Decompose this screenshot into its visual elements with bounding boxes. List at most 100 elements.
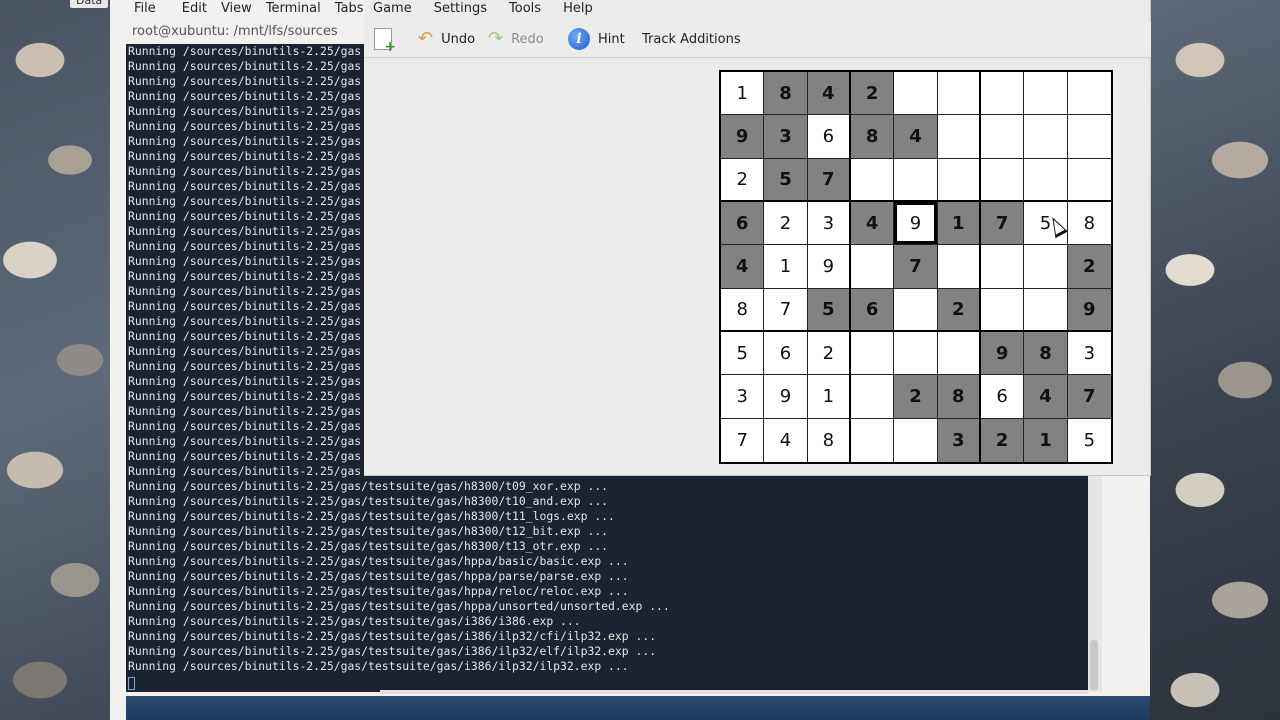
terminal-menubar: File Edit View Terminal Tabs	[110, 0, 370, 18]
sudoku-cell-r3c9[interactable]	[1067, 158, 1111, 202]
terminal-menu-tabs[interactable]: Tabs	[335, 0, 364, 18]
terminal-menu-edit[interactable]: Edit	[182, 0, 207, 18]
sudoku-cell-r5c5[interactable]: 7	[894, 245, 938, 289]
desktop-icon-label[interactable]: Data	[70, 0, 109, 8]
sudoku-cell-r1c1[interactable]: 1	[721, 72, 765, 116]
sudoku-cell-r9c1[interactable]: 7	[721, 418, 765, 462]
sudoku-cell-r8c7[interactable]: 6	[980, 375, 1025, 419]
sudoku-menu-game[interactable]: Game	[373, 0, 412, 20]
sudoku-cell-r7c2[interactable]: 6	[764, 331, 808, 376]
sudoku-cell-r3c3[interactable]: 7	[807, 158, 851, 202]
terminal-line: Running /sources/binutils-2.25/gas/tests…	[128, 659, 629, 673]
sudoku-cell-r3c1[interactable]: 2	[721, 158, 765, 202]
sudoku-cell-r3c6[interactable]	[937, 158, 981, 202]
sudoku-cell-r9c3[interactable]: 8	[807, 418, 851, 462]
sudoku-cell-r3c7[interactable]	[980, 158, 1025, 202]
sudoku-cell-r4c9[interactable]: 8	[1067, 201, 1111, 246]
sudoku-cell-r7c1[interactable]: 5	[721, 331, 765, 376]
taskbar	[126, 696, 1150, 720]
sudoku-cell-r4c7[interactable]: 7	[980, 201, 1025, 246]
sudoku-cell-r1c5[interactable]	[894, 72, 938, 116]
sudoku-cell-r7c8[interactable]: 8	[1024, 331, 1068, 376]
sudoku-cell-r9c8[interactable]: 1	[1024, 418, 1068, 462]
sudoku-cell-r6c7[interactable]	[980, 288, 1025, 332]
terminal-scroll-thumb[interactable]	[1090, 640, 1098, 690]
sudoku-cell-r5c1[interactable]: 4	[721, 245, 765, 289]
sudoku-cell-r6c8[interactable]	[1024, 288, 1068, 332]
sudoku-cell-r4c2[interactable]: 2	[764, 201, 808, 246]
sudoku-cell-r1c3[interactable]: 4	[807, 72, 851, 116]
terminal-menu-terminal[interactable]: Terminal	[266, 0, 321, 18]
sudoku-cell-r5c8[interactable]	[1024, 245, 1068, 289]
sudoku-cell-r2c9[interactable]	[1067, 115, 1111, 159]
sudoku-cell-r9c2[interactable]: 4	[764, 418, 808, 462]
sudoku-cell-r8c1[interactable]: 3	[721, 375, 765, 419]
sudoku-cell-r9c9[interactable]: 5	[1067, 418, 1111, 462]
sudoku-cell-r2c7[interactable]	[980, 115, 1025, 159]
sudoku-cell-r3c2[interactable]: 5	[764, 158, 808, 202]
sudoku-cell-r2c5[interactable]: 4	[894, 115, 938, 159]
sudoku-cell-r5c9[interactable]: 2	[1067, 245, 1111, 289]
sudoku-menu-help[interactable]: Help	[563, 0, 593, 20]
terminal-hscrollbar[interactable]	[380, 690, 1088, 694]
sudoku-cell-r2c6[interactable]	[937, 115, 981, 159]
track-additions-button[interactable]: Track Additions	[642, 22, 741, 56]
sudoku-cell-r5c3[interactable]: 9	[807, 245, 851, 289]
sudoku-cell-r5c4[interactable]	[850, 245, 895, 289]
undo-button[interactable]: ↶ Undo	[418, 22, 475, 56]
sudoku-cell-r1c8[interactable]	[1024, 72, 1068, 116]
sudoku-cell-r1c2[interactable]: 8	[764, 72, 808, 116]
sudoku-cell-r6c6[interactable]: 2	[937, 288, 981, 332]
sudoku-cell-r8c4[interactable]	[850, 375, 895, 419]
hint-button[interactable]: i Hint	[568, 22, 625, 56]
sudoku-cell-r6c3[interactable]: 5	[807, 288, 851, 332]
sudoku-cell-r1c9[interactable]	[1067, 72, 1111, 116]
sudoku-cell-r8c9[interactable]: 7	[1067, 375, 1111, 419]
sudoku-cell-r8c3[interactable]: 1	[807, 375, 851, 419]
sudoku-cell-r3c8[interactable]	[1024, 158, 1068, 202]
sudoku-cell-r7c9[interactable]: 3	[1067, 331, 1111, 376]
sudoku-cell-r1c4[interactable]: 2	[850, 72, 895, 116]
sudoku-cell-r6c1[interactable]: 8	[721, 288, 765, 332]
sudoku-cell-r5c2[interactable]: 1	[764, 245, 808, 289]
sudoku-cell-r1c7[interactable]	[980, 72, 1025, 116]
sudoku-cell-r8c2[interactable]: 9	[764, 375, 808, 419]
sudoku-cell-r2c8[interactable]	[1024, 115, 1068, 159]
sudoku-cell-r5c7[interactable]	[980, 245, 1025, 289]
terminal-menu-view[interactable]: View	[221, 0, 252, 18]
sudoku-cell-r4c1[interactable]: 6	[721, 201, 765, 246]
sudoku-cell-r8c8[interactable]: 4	[1024, 375, 1068, 419]
sudoku-menu-settings[interactable]: Settings	[434, 0, 487, 20]
sudoku-cell-r7c6[interactable]	[937, 331, 981, 376]
sudoku-cell-r2c2[interactable]: 3	[764, 115, 808, 159]
sudoku-cell-r6c9[interactable]: 9	[1067, 288, 1111, 332]
sudoku-cell-r2c3[interactable]: 6	[807, 115, 851, 159]
sudoku-cell-r8c6[interactable]: 8	[937, 375, 981, 419]
sudoku-cell-r9c6[interactable]: 3	[937, 418, 981, 462]
sudoku-cell-r3c5[interactable]	[894, 158, 938, 202]
sudoku-cell-r6c2[interactable]: 7	[764, 288, 808, 332]
sudoku-menu-tools[interactable]: Tools	[509, 0, 541, 20]
sudoku-cell-r5c6[interactable]	[937, 245, 981, 289]
sudoku-cell-r7c7[interactable]: 9	[980, 331, 1025, 376]
sudoku-cell-r4c6[interactable]: 1	[937, 201, 981, 246]
sudoku-cell-r2c1[interactable]: 9	[721, 115, 765, 159]
sudoku-cell-r2c4[interactable]: 8	[850, 115, 895, 159]
sudoku-cell-r7c4[interactable]	[850, 331, 895, 376]
sudoku-cell-r9c7[interactable]: 2	[980, 418, 1025, 462]
sudoku-cell-r4c5[interactable]: 9	[894, 201, 938, 246]
terminal-menu-file[interactable]: File	[110, 0, 168, 18]
sudoku-cell-r6c5[interactable]	[894, 288, 938, 332]
sudoku-cell-r7c5[interactable]	[894, 331, 938, 376]
sudoku-cell-r4c3[interactable]: 3	[807, 201, 851, 246]
sudoku-cell-r1c6[interactable]	[937, 72, 981, 116]
new-game-button[interactable]	[374, 22, 396, 56]
redo-button[interactable]: ↷ Redo	[488, 22, 544, 56]
sudoku-cell-r3c4[interactable]	[850, 158, 895, 202]
sudoku-cell-r8c5[interactable]: 2	[894, 375, 938, 419]
sudoku-cell-r9c5[interactable]	[894, 418, 938, 462]
sudoku-cell-r7c3[interactable]: 2	[807, 331, 851, 376]
sudoku-cell-r4c4[interactable]: 4	[850, 201, 895, 246]
sudoku-cell-r6c4[interactable]: 6	[850, 288, 895, 332]
sudoku-cell-r9c4[interactable]	[850, 418, 895, 462]
